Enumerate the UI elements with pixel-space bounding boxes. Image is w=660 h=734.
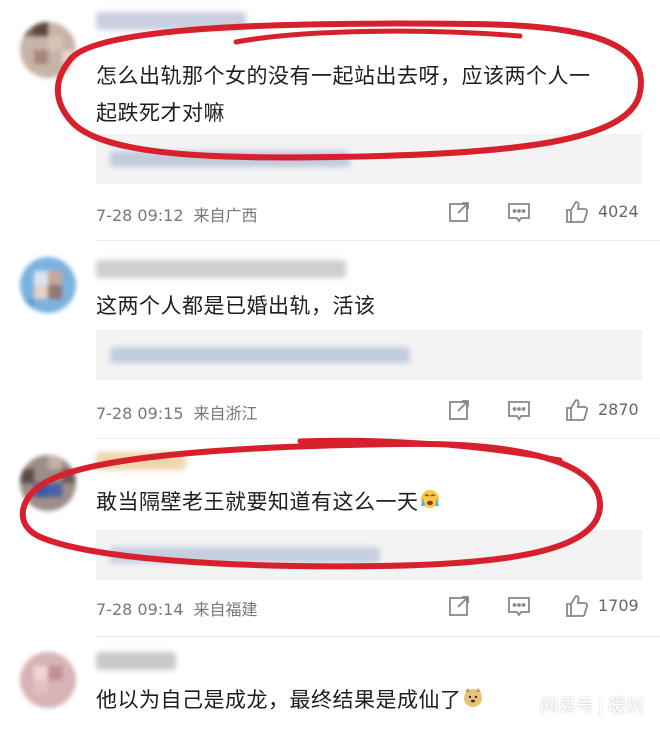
- doge-face-icon: [462, 683, 484, 720]
- watermark-brand: 网易号: [539, 696, 594, 717]
- watermark-separator: |: [597, 696, 604, 717]
- watermark-author: 暖树: [608, 696, 644, 717]
- username-blurred[interactable]: [96, 652, 176, 670]
- avatar[interactable]: [20, 652, 76, 708]
- comment-item: 他以为自己是成龙，最终结果是成仙了: [0, 0, 660, 734]
- watermark: 网易号 | 暖树: [540, 692, 644, 718]
